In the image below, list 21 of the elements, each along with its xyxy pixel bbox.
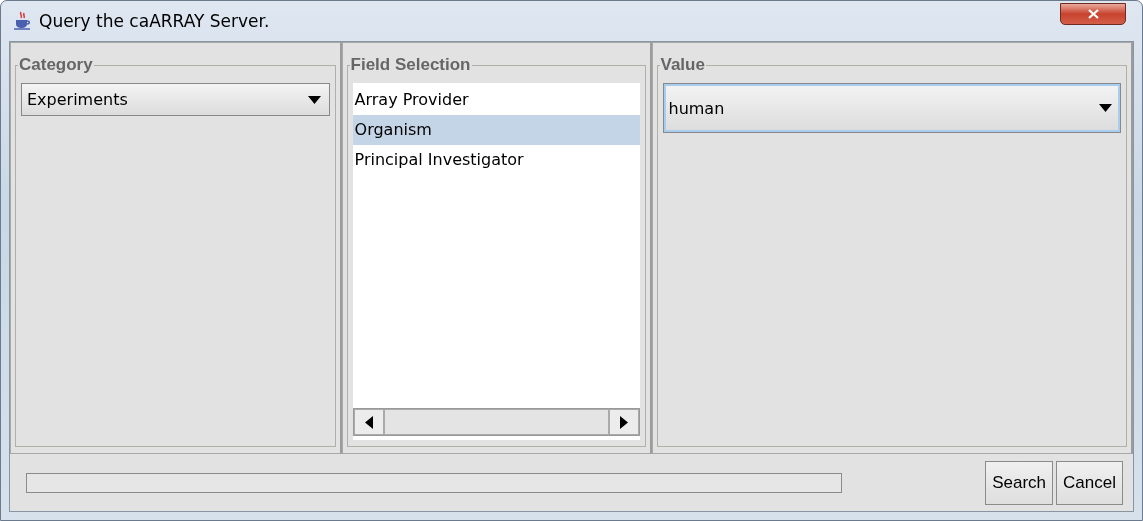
- close-icon: [1087, 9, 1099, 19]
- caret-icon: [307, 95, 321, 104]
- group-title: Value: [659, 55, 706, 75]
- value-dropdown[interactable]: human: [662, 83, 1121, 133]
- caret-icon: [364, 415, 373, 429]
- dialog-button[interactable]: Cancel: [1056, 460, 1123, 505]
- scroll-right-button[interactable]: [608, 409, 639, 435]
- close-button[interactable]: [1060, 3, 1126, 25]
- list-item[interactable]: Principal Investigator: [352, 145, 640, 175]
- group-title: Category: [18, 55, 94, 75]
- horizontal-scrollbar[interactable]: [352, 408, 640, 436]
- dialog-button[interactable]: Search: [985, 460, 1054, 505]
- list-item[interactable]: Array Provider: [352, 85, 640, 115]
- group-title: Field Selection: [349, 55, 472, 75]
- coffee-cup-icon: [13, 11, 33, 31]
- caret-icon: [1099, 104, 1112, 112]
- caret-icon: [619, 415, 628, 429]
- category-dropdown[interactable]: Experiments: [21, 83, 330, 116]
- scroll-left-button[interactable]: [353, 409, 384, 435]
- window-title: Query the caARRAY Server.: [39, 11, 270, 31]
- list-item[interactable]: Organism: [352, 115, 640, 145]
